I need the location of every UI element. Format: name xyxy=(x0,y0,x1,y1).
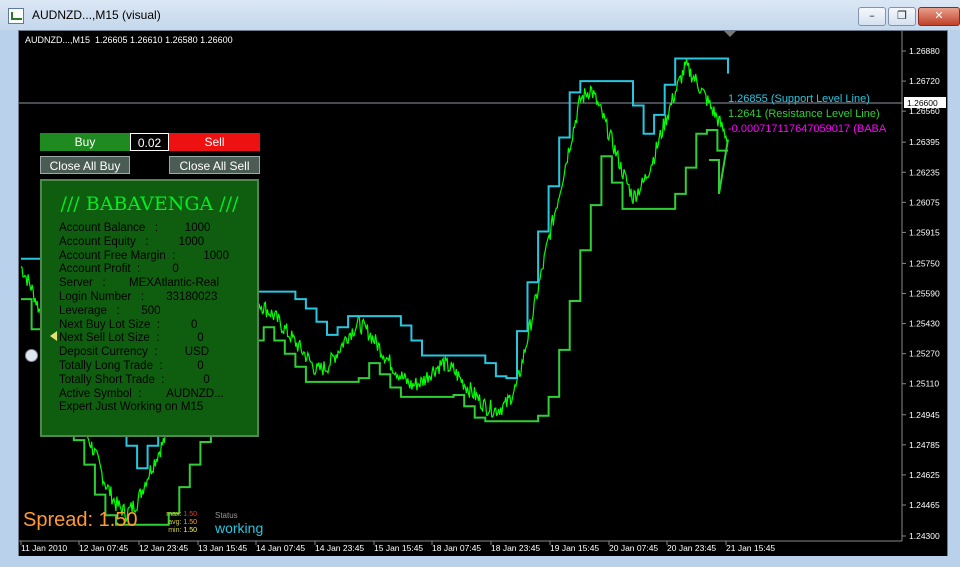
chart-area[interactable]: AUDNZD...,M15 1.26605 1.26610 1.26580 1.… xyxy=(18,30,948,557)
time-tick-label: 20 Jan 07:45 xyxy=(609,543,658,553)
baba-annotation: -0.000717117647059017 (BABA xyxy=(728,123,887,135)
info-row-value: 500 xyxy=(141,304,161,317)
info-row-value: 1000 xyxy=(203,249,229,262)
chart-shift-marker[interactable] xyxy=(724,31,736,37)
price-tick-label: 1.26395 xyxy=(909,137,940,147)
status-value: working xyxy=(215,520,264,536)
info-row-label: Next Buy Lot Size : xyxy=(59,318,160,331)
info-row-label: Account Equity : xyxy=(59,235,149,248)
spread-min-label: min: xyxy=(168,527,182,534)
resistance-annotation: 1.2641 (Resistance Level Line) xyxy=(728,108,880,120)
time-tick-label: 20 Jan 23:45 xyxy=(667,543,716,553)
chart-symbol: AUDNZD...,M15 xyxy=(25,35,90,45)
support-annotation: 1.26855 (Support Level Line) xyxy=(728,93,870,105)
buy-button[interactable]: Buy xyxy=(40,133,130,151)
window-titlebar: AUDNZD...,M15 (visual) – ❐ ✕ xyxy=(0,0,960,30)
info-row-label: Login Number : xyxy=(59,291,145,303)
info-row-label: Expert Just Working on M15 xyxy=(59,401,204,414)
spread-avg-label: avg: xyxy=(168,519,182,526)
price-axis-ticks: 1.268801.267201.265601.263951.262351.260… xyxy=(902,46,940,541)
info-row-label: Active Symbol : xyxy=(59,387,142,400)
info-row-label: Server : xyxy=(59,277,106,290)
spread-label: Spread: 1.50 xyxy=(23,509,138,531)
restore-button[interactable]: ❐ xyxy=(888,7,916,26)
time-tick-label: 12 Jan 23:45 xyxy=(139,543,188,553)
price-tick-label: 1.25590 xyxy=(909,289,940,299)
price-tick-label: 1.26720 xyxy=(909,76,940,86)
spread-avg: 1.50 xyxy=(183,519,197,526)
info-row-label: Account Free Margin : xyxy=(59,249,176,262)
info-row-label: Totally Short Trade : xyxy=(59,373,165,386)
time-tick-label: 18 Jan 23:45 xyxy=(491,543,540,553)
price-tick-label: 1.26235 xyxy=(909,167,940,177)
navigator-dot-icon[interactable] xyxy=(25,349,38,362)
window-title: AUDNZD...,M15 (visual) xyxy=(32,8,161,22)
chart-window-icon xyxy=(8,8,24,24)
chart-ohlc: 1.26605 1.26610 1.26580 1.26600 xyxy=(95,35,233,45)
info-row-value: 0 xyxy=(197,332,204,345)
time-tick-label: 21 Jan 15:45 xyxy=(726,543,775,553)
price-tick-label: 1.25915 xyxy=(909,227,940,237)
info-row-label: Account Balance : xyxy=(59,222,159,234)
spread-max-label: max: xyxy=(166,511,182,518)
info-row-label: Leverage : xyxy=(59,304,120,317)
price-tick-label: 1.24465 xyxy=(909,500,940,510)
time-tick-label: 14 Jan 07:45 xyxy=(256,543,305,553)
spread-max: 1.50 xyxy=(183,511,197,518)
info-row-value: AUDNZD... xyxy=(166,387,224,400)
info-row-value: 0 xyxy=(203,373,210,386)
info-row-value: 1000 xyxy=(178,235,205,248)
time-tick-label: 15 Jan 15:45 xyxy=(374,543,423,553)
status-label: Status xyxy=(215,511,238,520)
info-row-label: Totally Long Trade : xyxy=(59,360,163,372)
current-price-label: 1.26600 xyxy=(907,98,938,108)
price-tick-label: 1.24625 xyxy=(909,470,940,480)
baba-level-line xyxy=(709,139,729,195)
time-tick-label: 19 Jan 15:45 xyxy=(550,543,599,553)
price-tick-label: 1.25110 xyxy=(909,379,939,389)
price-tick-label: 1.25430 xyxy=(909,319,940,329)
info-row-value: 0 xyxy=(172,263,179,276)
panel-collapse-arrow-icon[interactable] xyxy=(50,331,57,341)
price-tick-label: 1.26880 xyxy=(909,46,940,56)
info-row-value: 0 xyxy=(191,318,198,331)
sell-button[interactable]: Sell xyxy=(169,133,260,151)
close-all-buy-button[interactable]: Close All Buy xyxy=(40,156,130,174)
minimize-button[interactable]: – xyxy=(858,7,886,26)
time-tick-label: 12 Jan 07:45 xyxy=(79,543,128,553)
close-all-sell-button[interactable]: Close All Sell xyxy=(169,156,260,174)
time-tick-label: 13 Jan 15:45 xyxy=(198,543,247,553)
time-axis-ticks: 11 Jan 2010 12 Jan 07:45 12 Jan 23:45 13 Ja… xyxy=(20,541,775,553)
info-row-value: 1000 xyxy=(184,222,211,234)
price-tick-label: 1.25270 xyxy=(909,349,940,359)
spread-stats: max: 1.50 avg: 1.50 min: 1.50 xyxy=(159,511,197,535)
info-row-value: 33180023 xyxy=(166,291,218,303)
info-row-label: Next Sell Lot Size : xyxy=(59,332,160,345)
window-bottom-border xyxy=(0,556,960,567)
info-row-value: 0 xyxy=(197,360,204,372)
info-row-label: Account Profit : xyxy=(59,263,141,276)
price-tick-label: 1.24945 xyxy=(909,410,940,420)
lot-size-input[interactable]: 0.02 xyxy=(130,133,169,151)
info-row-value: USD xyxy=(184,346,210,359)
close-button[interactable]: ✕ xyxy=(918,7,960,26)
spread-min: 1.50 xyxy=(183,527,197,534)
info-row-label: Deposit Currency : xyxy=(59,346,158,359)
time-tick-label: 11 Jan 2010 xyxy=(21,543,67,553)
price-tick-label: 1.26075 xyxy=(909,197,940,207)
price-tick-label: 1.24300 xyxy=(909,531,940,541)
time-tick-label: 18 Jan 07:45 xyxy=(432,543,481,553)
price-tick-label: 1.25750 xyxy=(909,258,940,268)
price-tick-label: 1.24785 xyxy=(909,440,940,450)
info-row-value: MEXAtlantic-Real xyxy=(129,277,220,290)
time-tick-label: 14 Jan 23:45 xyxy=(315,543,364,553)
panel-title: /// BABAVENGA /// xyxy=(60,193,239,215)
